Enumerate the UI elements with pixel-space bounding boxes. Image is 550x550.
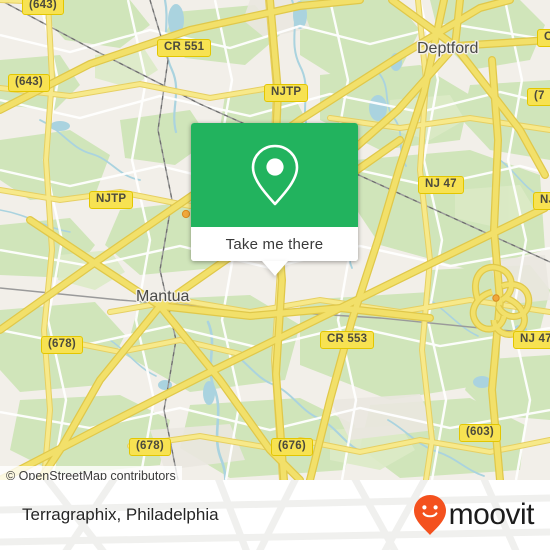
place-label-deptford: Deptford <box>417 40 479 57</box>
moovit-logo: moovit <box>413 494 535 536</box>
popup-pointer <box>261 261 288 276</box>
osm-attribution[interactable]: © OpenStreetMap contributors <box>0 466 182 480</box>
road-shield: NJTP <box>89 191 134 209</box>
road-shield: CR 551 <box>157 39 212 57</box>
moovit-wordmark: moovit <box>448 498 535 531</box>
popup-header <box>191 123 358 227</box>
road-shield: CR 553 <box>320 331 375 349</box>
road-shield: (7 <box>527 88 550 106</box>
road-shield: (643) <box>22 0 64 15</box>
road-shield: (603) <box>459 424 501 442</box>
map-canvas[interactable]: (643) CR 551 (643) NJTP (7 CR NJTP NJ 47… <box>0 0 550 480</box>
road-shield: (678) <box>129 438 171 456</box>
road-shield: NJ 47 <box>418 176 464 194</box>
map-screenshot-root: (643) CR 551 (643) NJTP (7 CR NJTP NJ 47… <box>0 0 550 550</box>
moovit-pin-smiley-icon <box>413 495 446 535</box>
road-shield: NJ 47 <box>513 331 550 349</box>
road-shield: (643) <box>8 74 50 92</box>
road-shield: NJTP <box>264 84 309 102</box>
road-shield: (676) <box>271 438 313 456</box>
map-pin-icon <box>251 144 298 206</box>
attribution-text: © OpenStreetMap contributors <box>6 469 176 480</box>
popup-footer[interactable]: Take me there <box>191 227 358 276</box>
bottom-info-bar: Terragraphix, Philadelphia moovit <box>0 480 550 550</box>
road-shield: (678) <box>41 336 83 354</box>
take-me-there-label: Take me there <box>225 235 324 253</box>
location-popup-card[interactable]: Take me there <box>191 123 358 276</box>
place-label-mantua: Mantua <box>136 288 190 305</box>
road-shield: CR <box>537 29 550 47</box>
road-shield: NJ <box>533 192 550 210</box>
place-title: Terragraphix, Philadelphia <box>22 505 219 524</box>
